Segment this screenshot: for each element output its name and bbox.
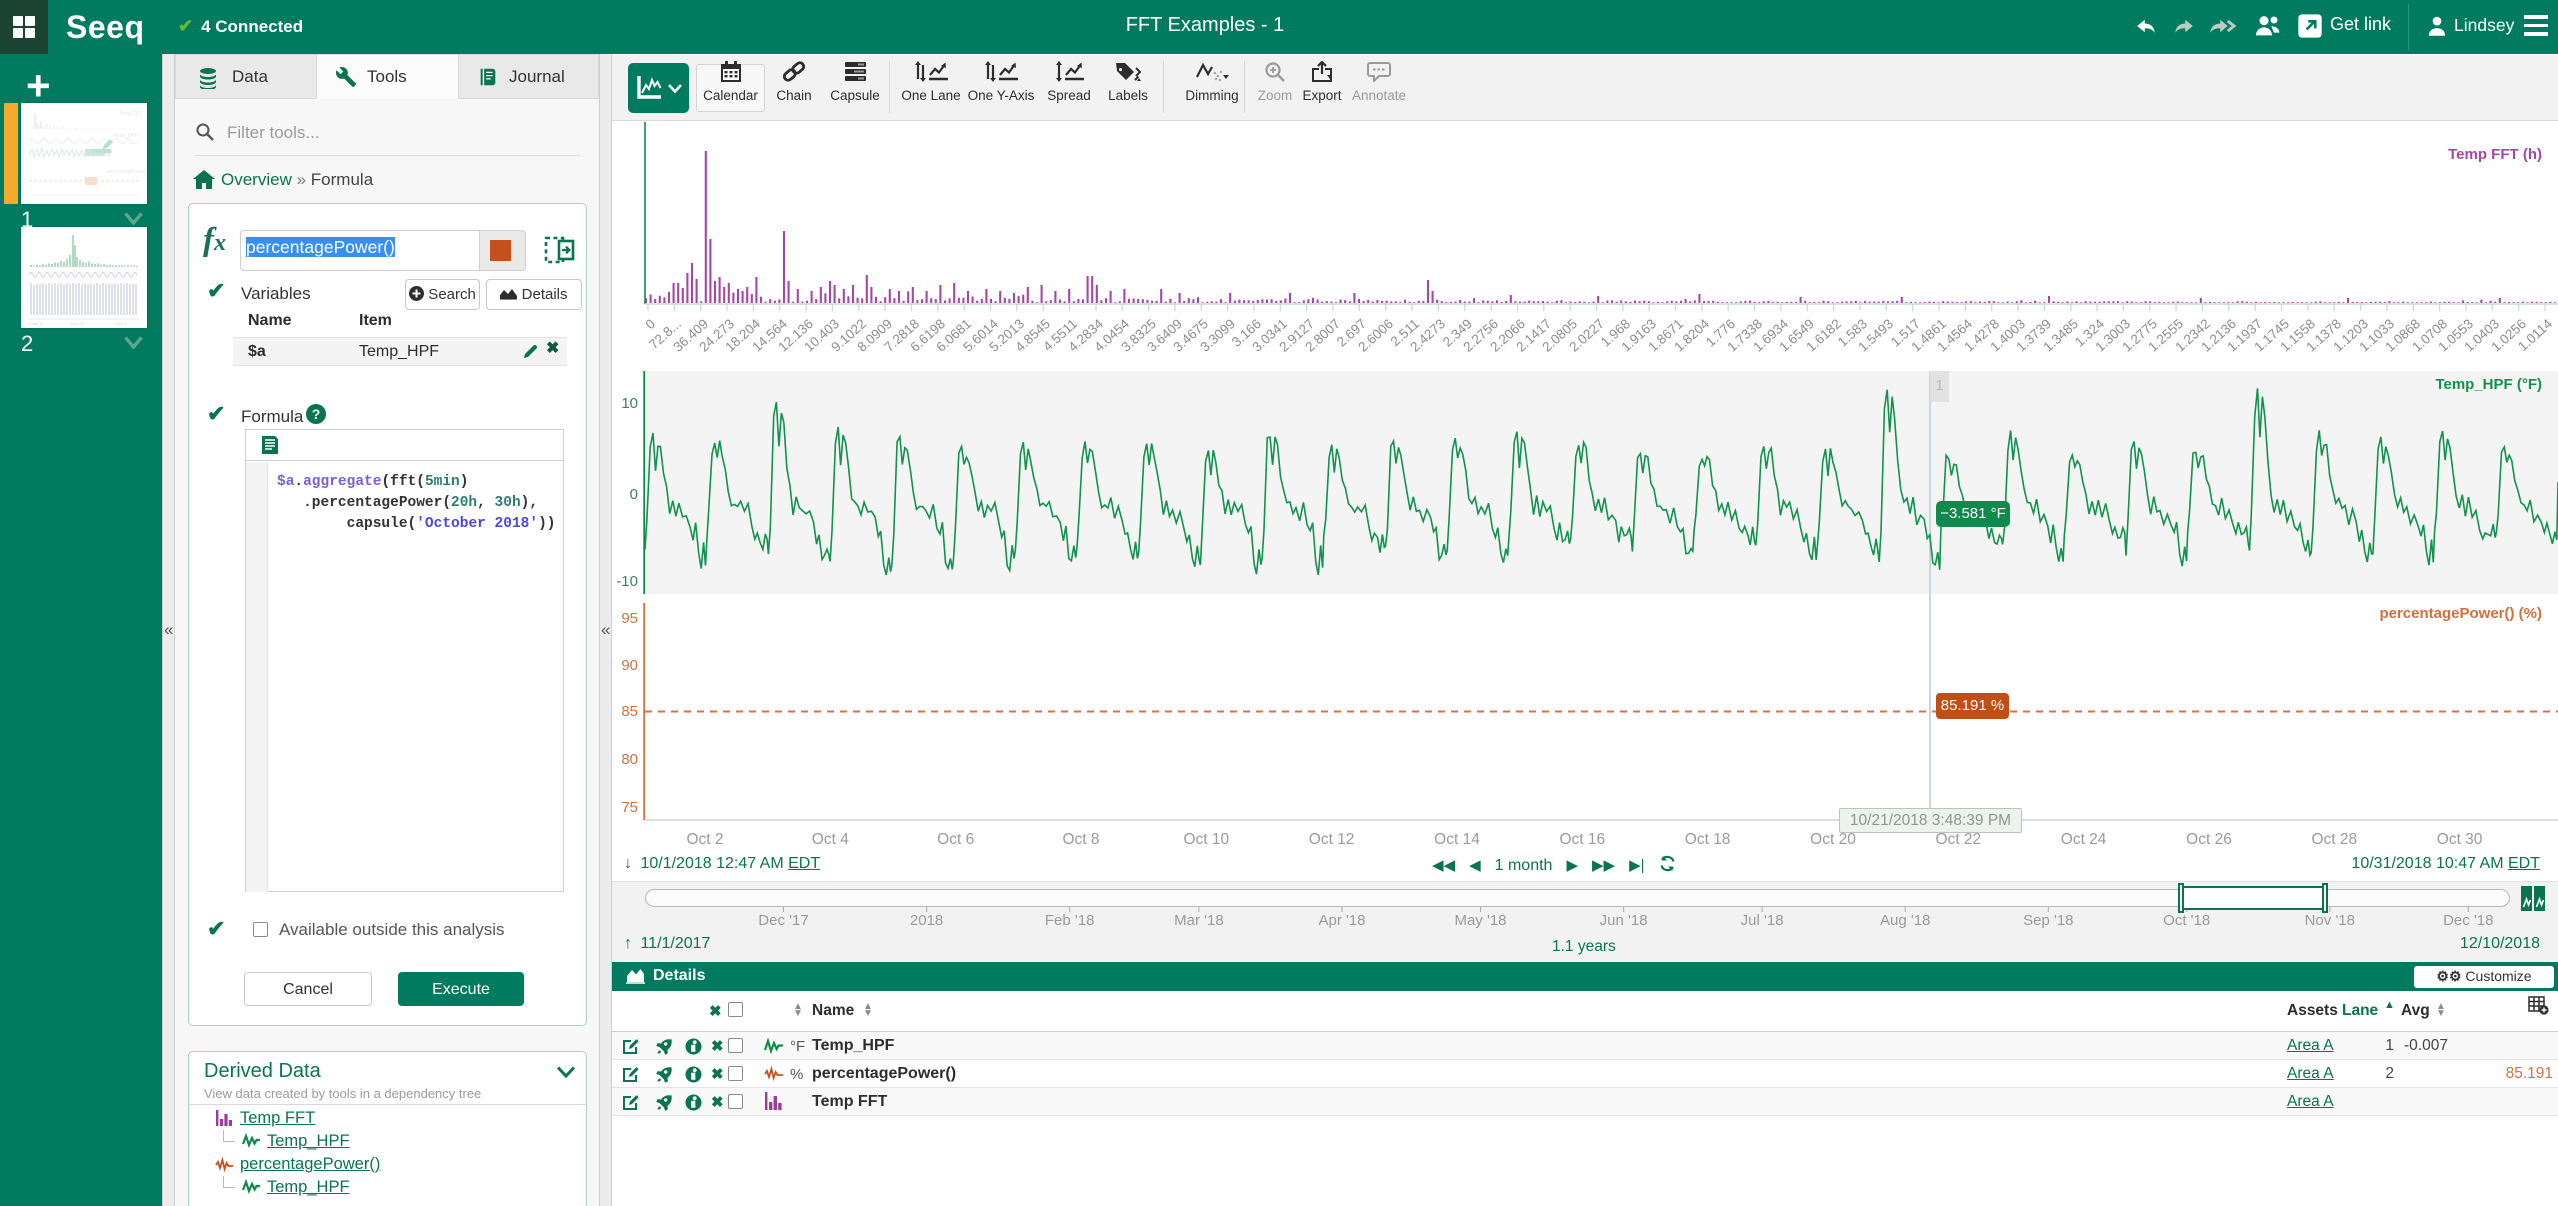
svg-text:percentagePower: percentagePower	[107, 169, 147, 175]
svg-text:Dec 9: Dec 9	[116, 321, 127, 326]
svg-text:Temp FFT: Temp FFT	[119, 111, 142, 117]
svg-text:Nov 25: Nov 25	[71, 321, 84, 326]
svg-text:Temp_HPF: Temp_HPF	[113, 133, 138, 139]
svg-text:Nov 11: Nov 11	[31, 321, 44, 326]
